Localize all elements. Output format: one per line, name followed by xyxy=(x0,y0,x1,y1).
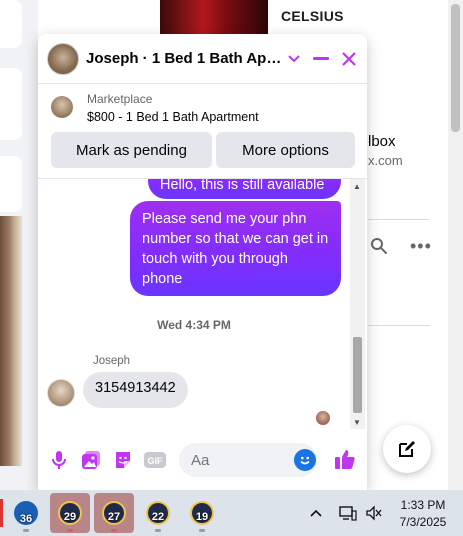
weather-icon: 29 xyxy=(58,501,82,525)
background-card xyxy=(0,156,22,212)
scroll-down-icon[interactable]: ▼ xyxy=(353,418,361,427)
running-indicator xyxy=(67,529,73,532)
marketplace-label: Marketplace xyxy=(87,92,153,106)
message-timestamp: Wed 4:34 PM xyxy=(157,318,231,332)
thumbs-up-icon[interactable] xyxy=(333,447,357,471)
weather-icon: 36 xyxy=(14,501,38,525)
avatar[interactable] xyxy=(47,379,75,407)
close-icon[interactable] xyxy=(338,48,360,70)
background-card xyxy=(0,0,22,48)
volume-muted-icon[interactable] xyxy=(364,503,384,523)
product-image[interactable] xyxy=(160,0,268,34)
more-options-button[interactable]: More options xyxy=(216,132,355,168)
scroll-up-icon[interactable]: ▲ xyxy=(353,182,361,191)
weather-icon: 22 xyxy=(146,501,170,525)
network-icon[interactable] xyxy=(338,503,358,523)
emoji-icon[interactable] xyxy=(294,449,316,471)
listing-title[interactable]: $800 - 1 Bed 1 Bath Apartment xyxy=(87,110,259,124)
chevron-up-icon[interactable] xyxy=(306,503,326,523)
listing-thumbnail[interactable] xyxy=(51,96,73,118)
avatar[interactable] xyxy=(47,43,79,75)
new-message-button[interactable] xyxy=(383,425,431,473)
running-indicator xyxy=(155,529,161,532)
microphone-icon[interactable] xyxy=(48,449,70,471)
divider xyxy=(368,219,430,220)
gif-icon[interactable]: GIF xyxy=(144,449,166,471)
photo-icon[interactable] xyxy=(80,449,102,471)
clock-time: 1:33 PM xyxy=(400,498,446,512)
running-indicator xyxy=(23,529,29,532)
weather-icon: 19 xyxy=(190,501,214,525)
taskbar-app-weather[interactable]: 36 xyxy=(6,493,46,533)
clock-date: 7/3/2025 xyxy=(399,515,447,529)
chevron-down-icon[interactable] xyxy=(283,48,305,70)
chat-title[interactable]: Joseph · 1 Bed 1 Bath Apar... xyxy=(86,50,284,67)
background-photo xyxy=(0,216,22,466)
incoming-message[interactable]: 3154913442 xyxy=(83,372,188,408)
page-scrollbar-thumb[interactable] xyxy=(451,4,460,132)
taskbar-app-weather[interactable]: 22 xyxy=(138,493,178,533)
compose-icon xyxy=(399,441,415,457)
taskbar-app-weather[interactable]: 19 xyxy=(182,493,222,533)
seller-box-text: lbox xyxy=(368,133,396,150)
divider xyxy=(368,325,430,326)
running-indicator xyxy=(199,529,205,532)
message-list: Hello, this is still available Please se… xyxy=(38,179,350,429)
seller-email-text: x.com xyxy=(368,153,403,168)
chat-header[interactable]: Joseph · 1 Bed 1 Bath Apar... xyxy=(38,34,367,84)
listing-panel: Marketplace $800 - 1 Bed 1 Bath Apartmen… xyxy=(38,85,367,179)
sender-name: Joseph xyxy=(93,355,131,367)
weather-icon: 27 xyxy=(102,501,126,525)
minimize-icon[interactable] xyxy=(310,48,332,70)
sticker-icon[interactable] xyxy=(112,449,134,471)
taskbar-app-weather[interactable]: 27 xyxy=(94,493,134,533)
chat-window: Joseph · 1 Bed 1 Bath Apar... Marketplac… xyxy=(38,34,367,490)
running-indicator xyxy=(111,529,117,532)
system-clock[interactable]: 1:33 PM 7/3/2025 xyxy=(393,497,453,531)
seen-avatar xyxy=(316,411,330,425)
background-card xyxy=(0,68,22,140)
outgoing-message[interactable]: Please send me your phn number so that w… xyxy=(130,201,341,296)
more-options-icon[interactable]: ••• xyxy=(410,236,432,257)
taskbar-app-weather[interactable]: 29 xyxy=(50,493,90,533)
mark-as-pending-button[interactable]: Mark as pending xyxy=(51,132,212,168)
product-title: CELSIUS xyxy=(281,8,344,24)
svg-text:GIF: GIF xyxy=(148,456,164,466)
composer: GIF xyxy=(38,434,367,490)
search-icon[interactable] xyxy=(370,237,388,255)
taskbar-app-edge[interactable] xyxy=(0,499,3,527)
outgoing-message[interactable]: Hello, this is still available xyxy=(148,179,341,199)
chat-scrollbar-thumb[interactable] xyxy=(353,337,362,413)
